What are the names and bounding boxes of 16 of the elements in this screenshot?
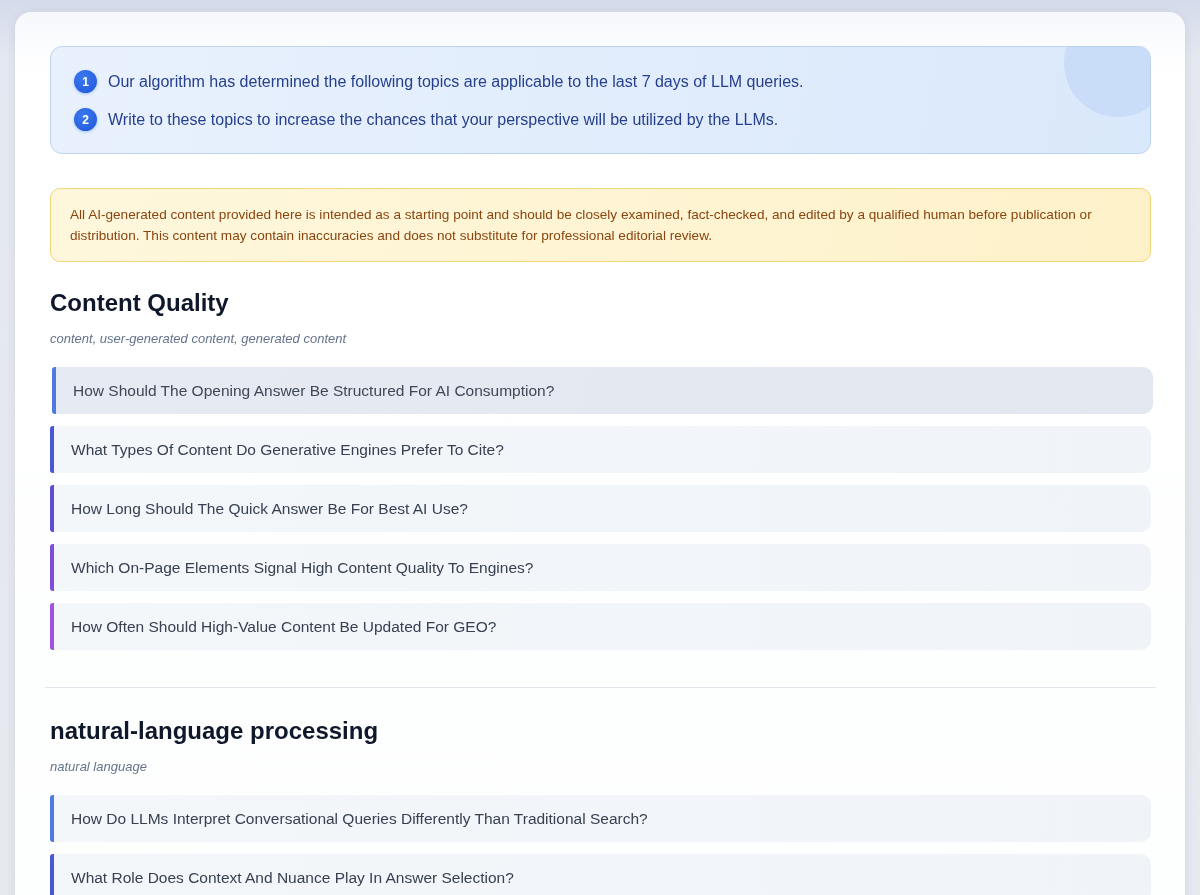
disclaimer-text: All AI-generated content provided here is intended as a starting point and should be closely examined, fact-checked, and edited by a qualified human before publication or distribution. This content may contain inaccuracies and does not substitute for professional editorial review. xyxy=(70,206,1093,245)
topic-keywords: content, user-generated content, generated content xyxy=(50,330,348,348)
topic-title: natural-language processing xyxy=(50,716,380,746)
question-item[interactable]: How Often Should High-Value Content Be Updated For GEO? xyxy=(50,603,1151,650)
question-item[interactable]: How Should The Opening Answer Be Structured For AI Consumption? xyxy=(52,367,1153,414)
question-item[interactable]: How Long Should The Quick Answer Be For Best AI Use? xyxy=(50,485,1151,532)
question-item[interactable]: Which On-Page Elements Signal High Content Quality To Engines? xyxy=(50,544,1151,591)
step-text: Our algorithm has determined the following topics are applicable to the last 7 days of LLM queries. xyxy=(108,71,804,92)
topic-keywords: natural language xyxy=(50,758,148,776)
step-text: Write to these topics to increase the chances that your perspective will be utilized by the LLMs. xyxy=(108,109,779,130)
question-item[interactable]: What Types Of Content Do Generative Engines Prefer To Cite? xyxy=(50,426,1151,473)
step-number: 1 xyxy=(74,70,97,93)
question-item[interactable]: How Do LLMs Interpret Conversational Queries Differently Than Traditional Search? xyxy=(50,795,1151,842)
question-item[interactable]: What Role Does Context And Nuance Play In Answer Selection? xyxy=(50,854,1151,895)
topic-title: Content Quality xyxy=(50,288,230,318)
step-number: 2 xyxy=(74,108,97,131)
